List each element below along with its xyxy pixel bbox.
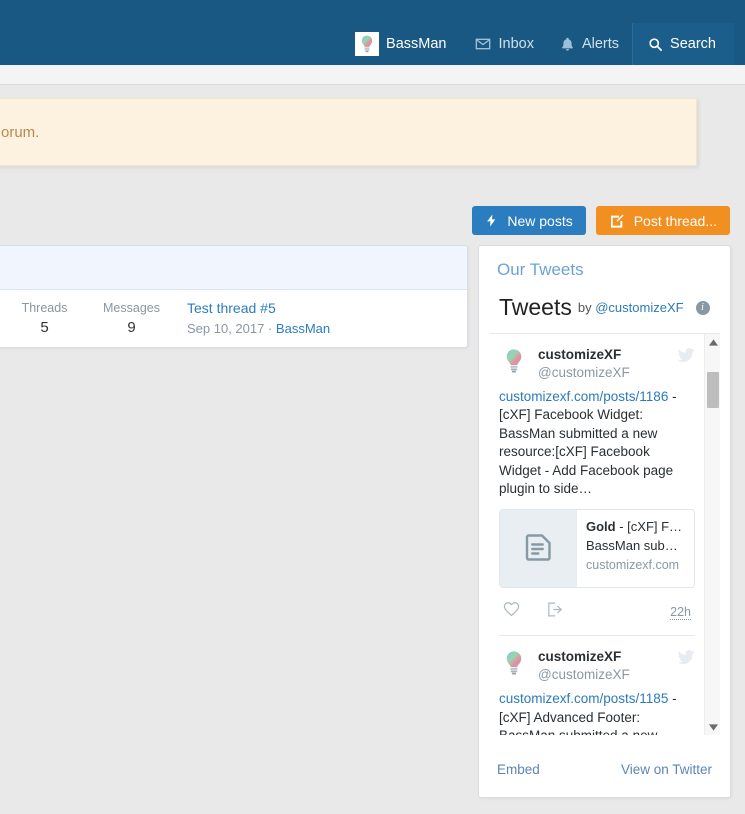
- tweet-card-title-rest: - [cXF] F…: [616, 519, 682, 534]
- navbar-right-group: BassMan Inbox Alerts: [340, 23, 745, 65]
- navbar-item-alerts-label: Alerts: [582, 36, 619, 52]
- tweet-author-names: customizeXF @customizeXF: [538, 648, 668, 683]
- twitter-widget-footer: Embed View on Twitter: [479, 748, 730, 777]
- timeline-handle-link[interactable]: @customizeXF: [595, 300, 683, 315]
- new-posts-button[interactable]: New posts: [472, 206, 585, 235]
- tweet-link-card[interactable]: Gold - [cXF] F… BassMan sub… customizexf…: [499, 509, 695, 588]
- latest-thread-title[interactable]: Test thread #5: [187, 298, 330, 319]
- bell-icon: [560, 36, 575, 52]
- tweet-list: customizeXF @customizeXF customizexf.com…: [489, 334, 703, 735]
- tweet-handle: @customizeXF: [538, 666, 668, 684]
- navbar-visitor-menu[interactable]: BassMan: [340, 23, 462, 65]
- top-navbar: BassMan Inbox Alerts: [0, 0, 745, 65]
- page-root: BassMan Inbox Alerts: [0, 0, 745, 814]
- navbar-item-alerts[interactable]: Alerts: [547, 23, 632, 65]
- messages-stat: Messages 9: [88, 299, 175, 339]
- tweet-card-title: Gold - [cXF] F…: [586, 518, 682, 537]
- tweet-item[interactable]: customizeXF @customizeXF customizexf.com…: [499, 635, 695, 735]
- tweet-card-domain: customizexf.com: [586, 556, 682, 574]
- timeline-scrollbar[interactable]: [704, 334, 720, 735]
- latest-thread-separator: ·: [264, 321, 276, 336]
- tweet-display-name: customizeXF: [538, 346, 668, 364]
- navbar-item-search[interactable]: Search: [632, 23, 734, 65]
- scrollbar-thumb[interactable]: [707, 372, 719, 408]
- new-posts-button-label: New posts: [507, 213, 572, 229]
- forum-list-block: Threads 5 Messages 9 Test thread #5 Sep …: [0, 245, 468, 348]
- info-icon[interactable]: i: [696, 301, 710, 315]
- timeline-by-word: by: [578, 300, 592, 315]
- tweet-author-row: customizeXF @customizeXF: [499, 648, 695, 683]
- navbar-item-inbox[interactable]: Inbox: [462, 23, 546, 65]
- forum-row[interactable]: Threads 5 Messages 9 Test thread #5 Sep …: [0, 290, 467, 347]
- lightbulb-avatar-icon: [499, 648, 529, 678]
- document-icon: [500, 510, 577, 587]
- twitter-bird-icon: [677, 648, 695, 666]
- lightbulb-avatar-icon: [355, 32, 379, 56]
- messages-value: 9: [88, 317, 175, 339]
- tweet-card-description: BassMan sub…: [586, 537, 682, 556]
- envelope-icon: [475, 36, 491, 52]
- tweet-item[interactable]: customizeXF @customizeXF customizexf.com…: [499, 334, 695, 635]
- scroll-down-arrow-icon[interactable]: [705, 719, 720, 735]
- navbar-visitor-name: BassMan: [386, 36, 446, 52]
- messages-label: Messages: [88, 299, 175, 317]
- tweet-timestamp[interactable]: 22h: [670, 605, 691, 620]
- embed-link[interactable]: Embed: [497, 762, 540, 777]
- notice-text: orum.: [1, 124, 39, 141]
- timeline-heading: Tweets: [499, 294, 572, 321]
- bolt-icon: [485, 213, 498, 228]
- post-thread-button[interactable]: Post thread...: [596, 206, 730, 235]
- tweet-display-name: customizeXF: [538, 648, 668, 666]
- threads-label: Threads: [1, 299, 88, 317]
- timeline-byline: by @customizeXF: [578, 300, 684, 315]
- tweet-author-names: customizeXF @customizeXF: [538, 346, 668, 381]
- latest-thread-author[interactable]: BassMan: [276, 321, 330, 336]
- tweets-widget: Our Tweets Tweets by @customizeXF i: [478, 245, 731, 798]
- timeline-scroll-area: customizeXF @customizeXF customizexf.com…: [489, 333, 720, 735]
- compose-icon: [609, 213, 625, 229]
- scroll-up-arrow-icon[interactable]: [705, 334, 720, 350]
- tweet-text: customizexf.com/posts/1186 - [cXF] Faceb…: [499, 388, 695, 498]
- tweet-body: - [cXF] Facebook Widget: BassMan submitt…: [499, 389, 677, 496]
- tweet-handle: @customizeXF: [538, 364, 668, 382]
- tweet-link[interactable]: customizexf.com/posts/1185: [499, 691, 668, 706]
- navbar-underfill: [0, 65, 745, 84]
- twitter-timeline-frame: Tweets by @customizeXF i: [489, 288, 720, 748]
- twitter-timeline-header: Tweets by @customizeXF i: [489, 288, 720, 333]
- latest-thread: Test thread #5 Sep 10, 2017 · BassMan: [187, 298, 330, 339]
- tweet-link[interactable]: customizexf.com/posts/1186: [499, 389, 668, 404]
- tweet-text: customizexf.com/posts/1185 - [cXF] Advan…: [499, 690, 695, 735]
- threads-value: 5: [1, 317, 88, 339]
- navbar-item-search-label: Search: [670, 36, 716, 52]
- latest-thread-meta: Sep 10, 2017 · BassMan: [187, 319, 330, 339]
- page-background-strip: [0, 84, 745, 98]
- notice-banner[interactable]: orum.: [0, 98, 697, 166]
- heart-icon[interactable]: [503, 601, 520, 623]
- forum-list-header: [0, 246, 467, 290]
- magnifier-icon: [648, 37, 663, 52]
- action-button-row: New posts Post thread...: [0, 206, 730, 235]
- tweet-author-row: customizeXF @customizeXF: [499, 346, 695, 381]
- lightbulb-avatar-icon: [499, 346, 529, 376]
- post-thread-button-label: Post thread...: [634, 213, 717, 229]
- tweet-card-title-bold: Gold: [586, 519, 616, 534]
- navbar-item-inbox-label: Inbox: [498, 36, 533, 52]
- share-icon[interactable]: [546, 601, 563, 623]
- threads-stat: Threads 5: [1, 299, 88, 339]
- tweets-widget-title: Our Tweets: [479, 246, 730, 288]
- latest-thread-date: Sep 10, 2017: [187, 321, 264, 336]
- view-on-twitter-link[interactable]: View on Twitter: [621, 762, 712, 777]
- twitter-bird-icon: [677, 346, 695, 364]
- tweet-action-row: 22h: [499, 588, 695, 635]
- tweet-card-body: Gold - [cXF] F… BassMan sub… customizexf…: [577, 510, 691, 587]
